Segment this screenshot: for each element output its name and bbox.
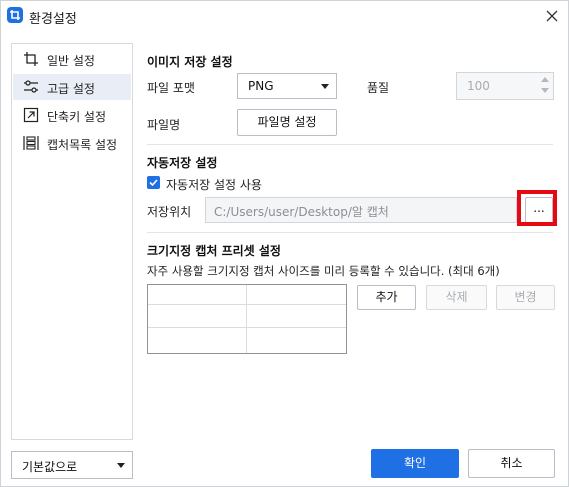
sidebar-item-label: 단축키 설정 <box>47 110 107 124</box>
preset-table[interactable] <box>147 284 347 354</box>
capture-list-icon <box>23 136 39 150</box>
table-cell[interactable] <box>247 285 346 305</box>
preset-description: 자주 사용할 크기지정 캡처 사이즈를 미리 등록할 수 있습니다. (최대 6… <box>147 264 500 278</box>
sidebar-item-label: 고급 설정 <box>47 82 95 96</box>
auto-save-heading: 자동저장 설정 <box>147 156 218 170</box>
save-location-field[interactable]: C:/Users/user/Desktop/알 캡처 <box>205 197 517 223</box>
add-preset-button[interactable]: 추가 <box>357 285 416 310</box>
reset-defaults-value: 기본값으로 <box>22 460 78 474</box>
app-logo-icon <box>7 7 23 23</box>
crop-icon <box>24 52 38 66</box>
window-title: 환경설정 <box>29 12 77 27</box>
file-format-value: PNG <box>248 79 274 93</box>
settings-dialog: 환경설정 일반 설정 고급 설정 단축키 설정 캡처목록 설정 이미지 저장 설… <box>0 0 569 487</box>
save-location-label: 저장위치 <box>147 205 192 219</box>
save-location-value: C:/Users/user/Desktop/알 캡처 <box>214 205 389 219</box>
table-cell[interactable] <box>148 305 247 328</box>
table-cell[interactable] <box>247 328 346 353</box>
auto-save-checkbox[interactable] <box>147 176 160 189</box>
sidebar-item-general[interactable]: 일반 설정 <box>13 46 131 72</box>
divider <box>147 232 553 233</box>
divider <box>147 144 553 145</box>
auto-save-checkbox-label[interactable]: 자동저장 설정 사용 <box>166 176 262 193</box>
filename-label: 파일명 <box>147 118 181 132</box>
ok-button[interactable]: 확인 <box>371 449 459 478</box>
shortcut-icon <box>23 107 39 123</box>
edit-preset-button[interactable]: 변경 <box>496 285 555 310</box>
reset-defaults-select[interactable]: 기본값으로 <box>11 451 133 479</box>
sidebar-item-label: 일반 설정 <box>47 54 95 68</box>
quality-value: 100 <box>467 79 490 93</box>
table-cell[interactable] <box>148 285 247 305</box>
checkmark-icon <box>149 179 158 187</box>
image-save-heading: 이미지 저장 설정 <box>147 55 233 69</box>
cancel-button[interactable]: 취소 <box>468 449 555 478</box>
chevron-down-icon <box>321 84 329 89</box>
quality-stepper[interactable]: 100 <box>456 72 554 100</box>
title-bar: 환경설정 <box>1 1 568 31</box>
table-cell[interactable] <box>148 328 247 353</box>
chevron-down-icon <box>117 463 125 468</box>
filename-settings-button[interactable]: 파일명 설정 <box>237 109 337 136</box>
spin-up-icon[interactable] <box>541 77 549 82</box>
quality-label: 품질 <box>367 81 390 95</box>
close-button[interactable] <box>541 5 563 27</box>
preset-heading: 크기지정 캡처 프리셋 설정 <box>147 244 281 258</box>
spin-down-icon[interactable] <box>541 88 549 93</box>
sidebar-item-shortcuts[interactable]: 단축키 설정 <box>13 102 131 128</box>
table-cell[interactable] <box>247 305 346 328</box>
highlight-box <box>517 190 557 226</box>
sliders-icon <box>24 80 38 93</box>
file-format-select[interactable]: PNG <box>237 73 337 99</box>
delete-preset-button[interactable]: 삭제 <box>426 285 487 310</box>
sidebar-item-label: 캡처목록 설정 <box>47 138 118 152</box>
settings-sidebar: 일반 설정 고급 설정 단축키 설정 캡처목록 설정 <box>11 43 133 440</box>
file-format-label: 파일 포맷 <box>147 81 195 95</box>
sidebar-item-capture-list[interactable]: 캡처목록 설정 <box>13 130 131 156</box>
sidebar-item-advanced[interactable]: 고급 설정 <box>13 74 131 100</box>
close-icon <box>546 10 558 22</box>
